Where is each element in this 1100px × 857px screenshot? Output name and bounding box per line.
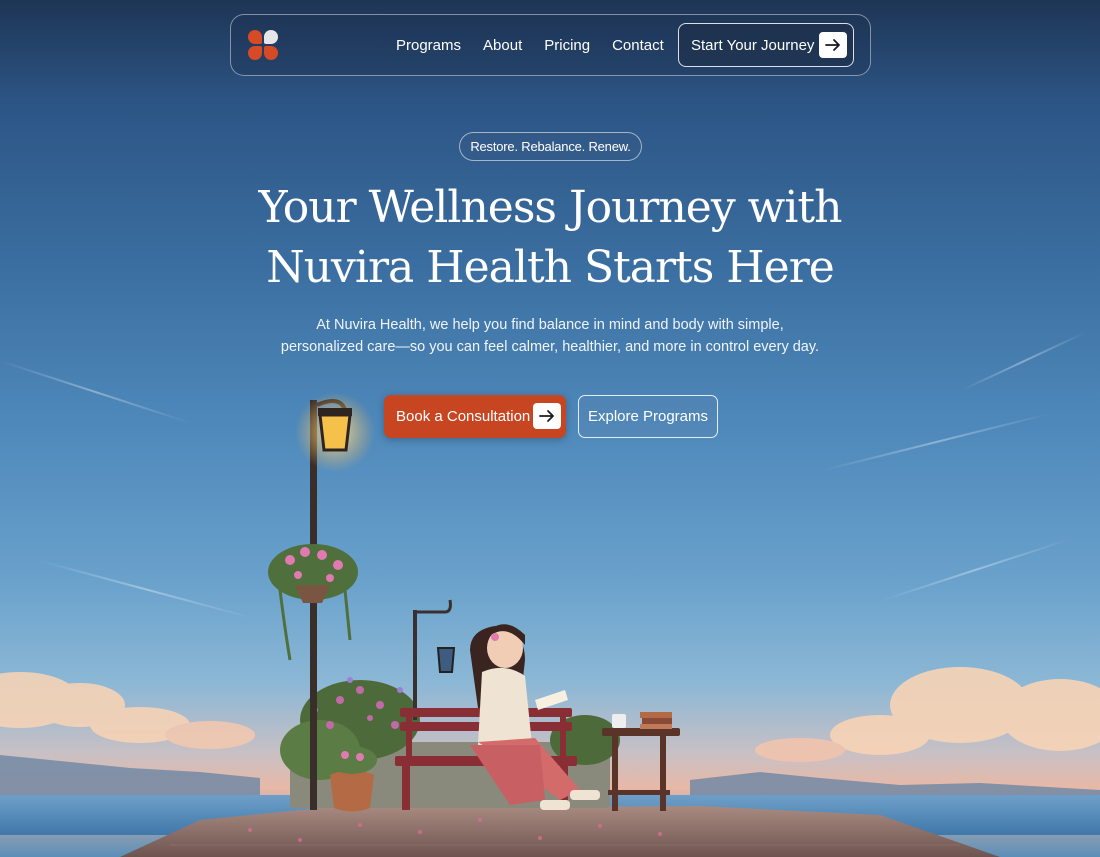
nav-link-programs[interactable]: Programs	[396, 37, 461, 54]
tagline-badge: Restore. Rebalance. Renew.	[459, 132, 642, 161]
hero-headline: Your Wellness Journey with Nuvira Health…	[0, 178, 1100, 298]
arrow-right-icon	[819, 32, 847, 58]
top-nav: Programs About Pricing Contact Start You…	[230, 14, 871, 76]
headline-line-1: Your Wellness Journey with	[258, 182, 843, 233]
nav-link-contact[interactable]: Contact	[612, 37, 664, 54]
nav-link-pricing[interactable]: Pricing	[544, 37, 590, 54]
clouds-right	[755, 667, 1100, 762]
nav-links: Programs About Pricing Contact	[396, 15, 664, 75]
subtext-line-1: At Nuvira Health, we help you find balan…	[316, 317, 784, 333]
hero-subtext: At Nuvira Health, we help you find balan…	[0, 314, 1100, 358]
headline-line-2: Nuvira Health Starts Here	[266, 242, 835, 293]
clouds-left	[0, 672, 255, 749]
start-journey-label: Start Your Journey	[691, 36, 815, 54]
book-consultation-label: Book a Consultation	[396, 408, 531, 425]
arrow-right-icon	[533, 403, 561, 429]
nav-link-about[interactable]: About	[483, 37, 522, 54]
book-consultation-button[interactable]: Book a Consultation	[384, 395, 566, 438]
subtext-line-2: personalized care—so you can feel calmer…	[280, 339, 820, 355]
explore-programs-button[interactable]: Explore Programs	[578, 395, 718, 438]
start-journey-button[interactable]: Start Your Journey	[678, 23, 854, 67]
clover-logo-icon[interactable]	[248, 30, 278, 60]
